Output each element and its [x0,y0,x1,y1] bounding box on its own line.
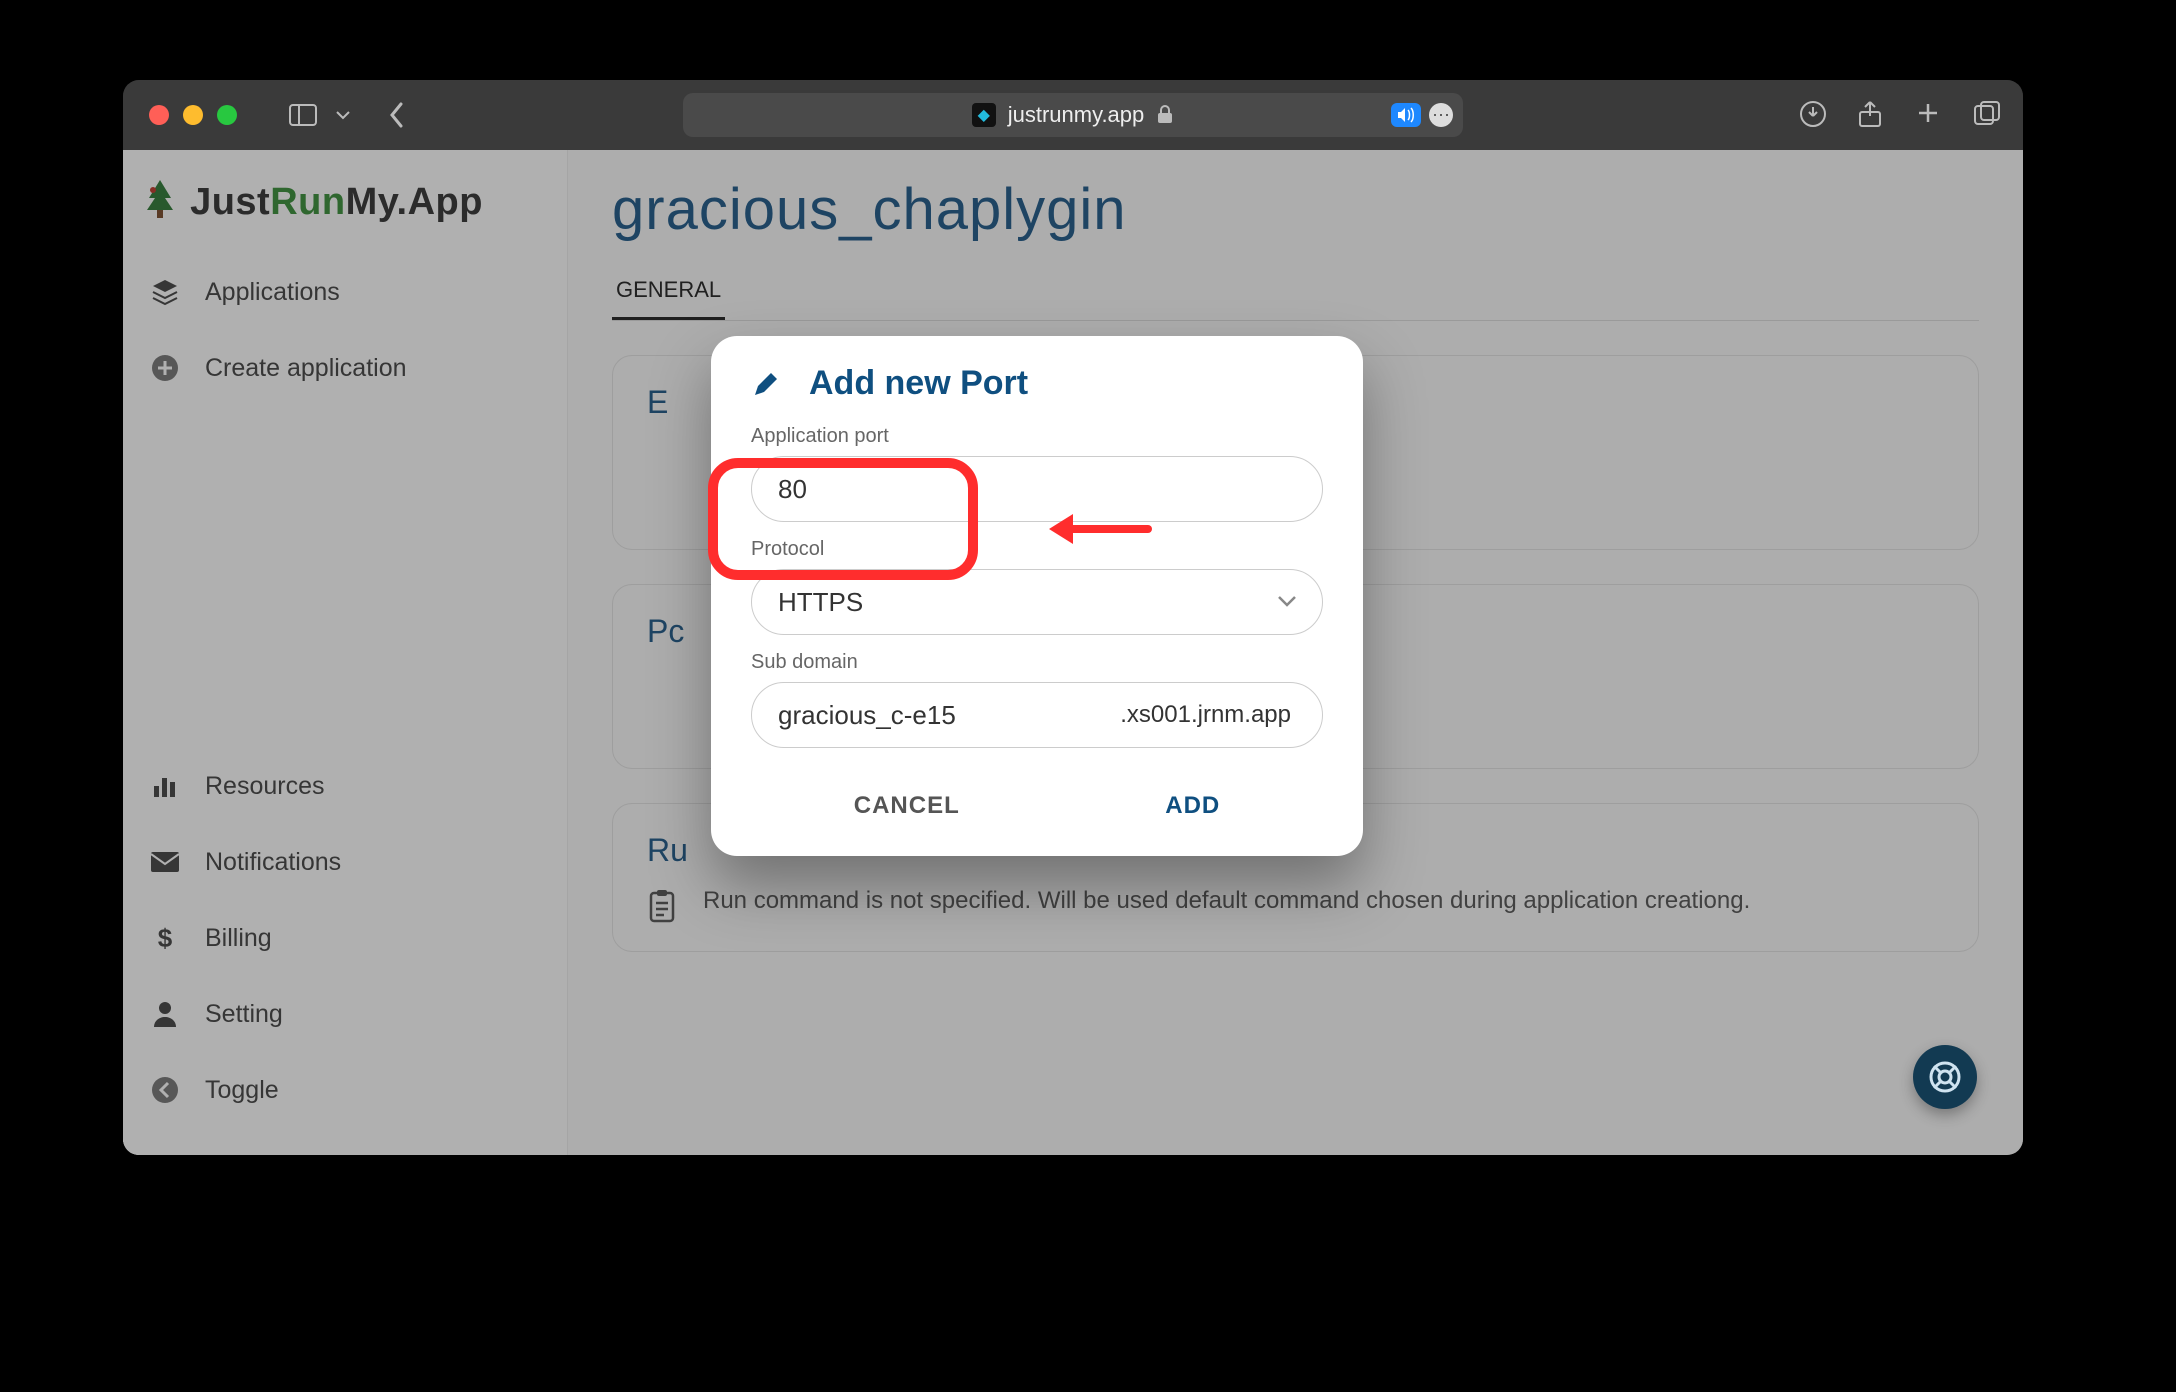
new-tab-icon[interactable] [1915,100,1945,130]
add-button[interactable]: ADD [1147,782,1238,830]
lifebuoy-icon [1928,1060,1962,1094]
tab-overview-icon[interactable] [1973,100,2003,130]
window-close-button[interactable] [149,105,169,125]
browser-window: ◆ justrunmy.app ⋯ [123,80,2023,1155]
downloads-icon[interactable] [1799,100,1829,130]
window-zoom-button[interactable] [217,105,237,125]
subdomain-label: Sub domain [751,651,1323,674]
help-fab[interactable] [1913,1045,1977,1109]
site-settings-icon[interactable]: ⋯ [1429,103,1453,127]
cancel-button[interactable]: CANCEL [836,782,978,830]
port-label: Application port [751,425,1323,448]
add-port-modal: Add new Port Application port Protocol S… [711,336,1363,856]
lock-icon [1156,105,1174,125]
subdomain-suffix: .xs001.jrnm.app [1120,701,1291,729]
title-bar: ◆ justrunmy.app ⋯ [123,80,2023,150]
address-bar[interactable]: ◆ justrunmy.app ⋯ [683,93,1463,137]
sidebar-toggle-icon[interactable] [285,97,321,133]
share-icon[interactable] [1857,100,1887,130]
back-button-icon[interactable] [379,97,415,133]
tab-group-dropdown-icon[interactable] [325,97,361,133]
viewport: JustRunMy.App Applications Create applic… [123,150,2023,1155]
protocol-select[interactable] [751,569,1323,635]
pencil-icon [751,369,781,399]
protocol-label: Protocol [751,538,1323,561]
modal-title: Add new Port [809,364,1028,403]
chevron-down-icon [1277,595,1297,609]
url-text: justrunmy.app [1008,102,1145,128]
application-port-input[interactable] [751,456,1323,522]
window-minimize-button[interactable] [183,105,203,125]
audio-playing-icon[interactable] [1391,103,1421,127]
site-favicon-icon: ◆ [972,103,996,127]
traffic-lights [149,105,237,125]
toolbar-right [1799,100,2003,130]
